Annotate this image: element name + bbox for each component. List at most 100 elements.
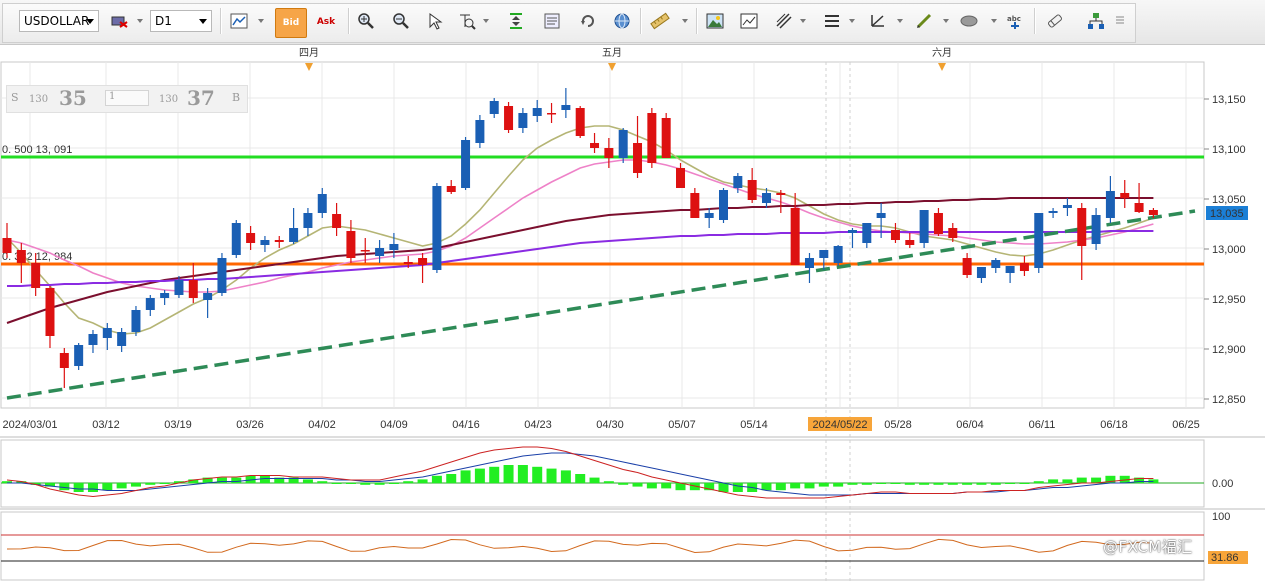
sell-label[interactable]: S (11, 91, 19, 104)
buy-price[interactable]: 37 (187, 86, 215, 110)
bid-button[interactable]: Bid (275, 8, 307, 38)
macd-bar (302, 479, 313, 483)
bar-chart-icon[interactable] (227, 10, 251, 32)
candle-body (604, 148, 614, 158)
price-chart[interactable]: 0. 500 13, 091 0. 382 12, 984 13,150 13,10… (0, 44, 1265, 583)
chevron-down-icon[interactable] (137, 19, 143, 23)
layout-icon[interactable] (1084, 10, 1108, 32)
macd-bar (474, 468, 485, 483)
macd-bar (403, 481, 414, 483)
toolbar-separator (1034, 8, 1036, 34)
macd-bar (102, 483, 113, 491)
template-icon[interactable] (737, 10, 761, 32)
chevron-down-icon[interactable] (483, 19, 489, 23)
chevron-down-icon[interactable] (258, 19, 264, 23)
candle-body (819, 250, 829, 258)
date-label: 03/12 (92, 419, 120, 431)
cursor-icon[interactable] (423, 10, 447, 32)
timeframe-select[interactable]: D1 (150, 10, 212, 32)
candle-body (704, 213, 714, 218)
buy-label[interactable]: B (232, 91, 240, 104)
price-link-icon[interactable] (108, 10, 132, 32)
macd-bar (431, 475, 442, 483)
ruler-icon[interactable] (648, 10, 672, 32)
shape-icon[interactable] (957, 10, 981, 32)
macd-bar (947, 483, 958, 485)
candle-body (991, 260, 1001, 268)
screenshot-icon[interactable] (703, 10, 727, 32)
sell-price[interactable]: 35 (59, 86, 87, 110)
candle-body (260, 240, 270, 245)
pen-icon[interactable] (912, 10, 936, 32)
chevron-down-icon[interactable] (991, 19, 997, 23)
macd-bar (732, 483, 743, 492)
refresh-icon[interactable] (576, 10, 600, 32)
macd-bar (159, 483, 170, 484)
indicators-icon[interactable] (820, 10, 844, 32)
properties-icon[interactable] (540, 10, 564, 32)
macd-bar (661, 483, 672, 489)
auto-scroll-icon[interactable] (504, 10, 528, 32)
lot-input[interactable]: 1 (105, 90, 149, 106)
level-label: 0. 500 13, 091 (2, 144, 72, 156)
candle-body (847, 230, 857, 233)
globe-icon[interactable] (610, 10, 634, 32)
candle-body (145, 298, 155, 310)
quote-box: S 130 35 1 130 37 B (6, 85, 248, 113)
candle-body (862, 223, 872, 243)
chevron-down-icon[interactable] (849, 19, 855, 23)
macd-bar (116, 483, 127, 489)
candle-body (45, 288, 55, 336)
candle-body (332, 214, 342, 228)
zoom-in-icon[interactable] (354, 10, 378, 32)
symbol-select[interactable]: USDOLLAR (19, 10, 99, 32)
date-label: 03/26 (236, 419, 264, 431)
candle-body (131, 310, 141, 332)
candle-body (403, 262, 413, 264)
macd-bar (646, 483, 657, 489)
candle-body (461, 140, 471, 188)
zoom-out-icon[interactable] (389, 10, 413, 32)
macd-bar (417, 479, 428, 483)
ask-button[interactable]: Ask (311, 8, 341, 36)
macd-bar (790, 483, 801, 489)
candle-body (174, 280, 184, 295)
candle-body (575, 108, 585, 136)
chevron-down-icon[interactable] (682, 19, 688, 23)
macd-bar (546, 468, 557, 483)
candle-body (804, 258, 814, 268)
candle-body (375, 248, 385, 256)
candle-body (618, 130, 628, 158)
date-label: 04/23 (524, 419, 552, 431)
chevron-down-icon (86, 19, 94, 24)
chevron-down-icon[interactable] (897, 19, 903, 23)
candle-body (1005, 266, 1015, 273)
date-label: 04/02 (308, 419, 336, 431)
chart-area[interactable]: 0. 500 13, 091 0. 382 12, 984 13,150 13,10… (0, 44, 1265, 583)
price-tick-label: 13,150 (1212, 94, 1246, 106)
toolbar-separator (696, 8, 698, 34)
candle-body (962, 258, 972, 275)
menu-icon[interactable] (1113, 10, 1127, 32)
macd-bar (503, 465, 514, 483)
macd-bar (833, 483, 844, 487)
buy-prefix: 130 (159, 94, 179, 105)
candle-body (217, 258, 227, 293)
candle-body (418, 258, 428, 265)
eraser-icon[interactable] (1043, 10, 1067, 32)
candle-body (504, 106, 514, 130)
candle-body (1048, 211, 1058, 213)
chevron-down-icon[interactable] (943, 19, 949, 23)
current-price-label: 13,035 (1210, 208, 1244, 220)
candle-body (1034, 213, 1044, 268)
data-window-icon[interactable] (455, 10, 479, 32)
candle-body (547, 113, 557, 115)
candle-body (188, 280, 198, 298)
candle-body (790, 208, 800, 265)
drawing-tools-icon[interactable] (772, 10, 796, 32)
chevron-down-icon[interactable] (800, 19, 806, 23)
macd-bar (618, 483, 629, 485)
date-label: 04/09 (380, 419, 408, 431)
trendline-icon[interactable] (865, 10, 889, 32)
text-icon[interactable]: abc (1003, 10, 1027, 32)
